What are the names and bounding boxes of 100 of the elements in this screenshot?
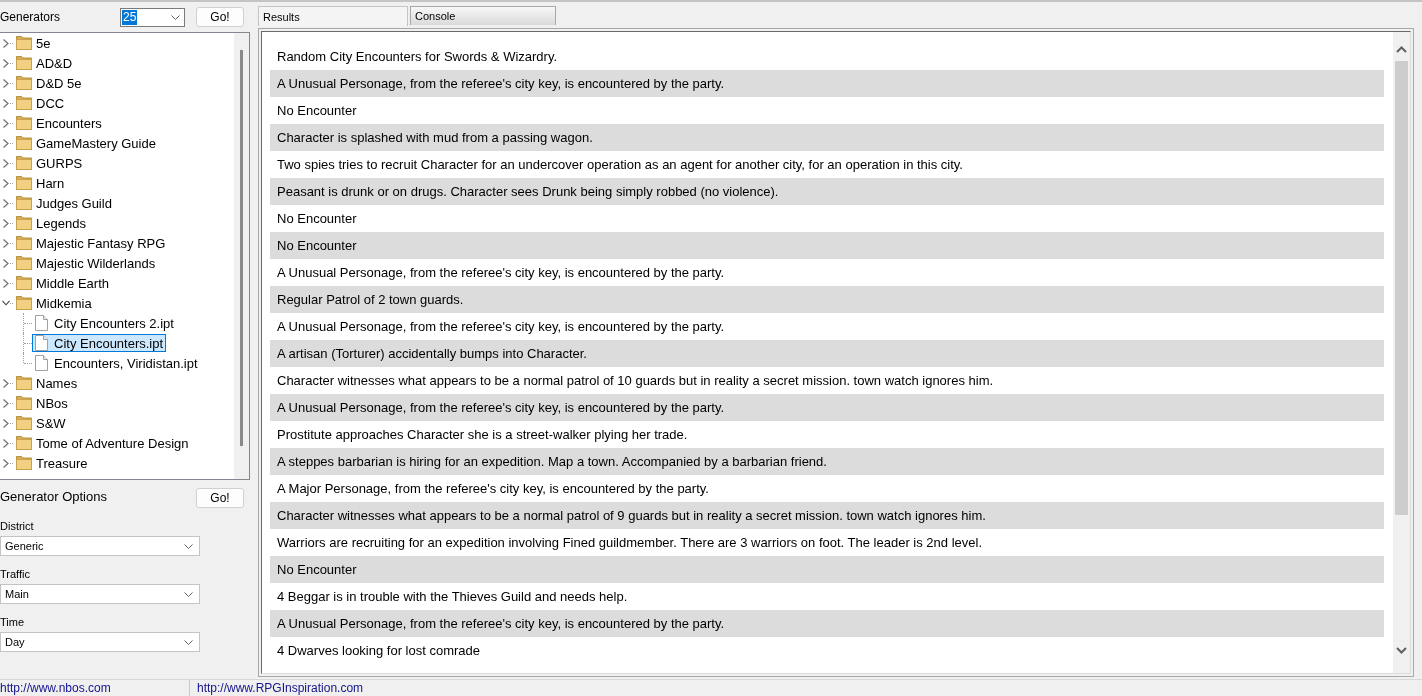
go-button[interactable]: Go! <box>196 7 244 27</box>
result-row-text: 4 Dwarves looking for lost comrade <box>276 642 482 660</box>
folder-icon <box>16 36 32 50</box>
link[interactable]: http://www.nbos.com <box>0 681 111 695</box>
result-row: Peasant is drunk or on drugs. Character sees Drunk being simply robbed (no violence). <box>270 178 1384 205</box>
tree-item[interactable]: Legends <box>13 214 89 232</box>
folder-icon <box>16 436 32 450</box>
tree-item[interactable]: GameMastery Guide <box>13 134 159 152</box>
result-row-text: Warriors are recruiting for an expedition involving Fined guildmember. There are 3 warriors on foot. The leader is 2nd level. <box>276 534 983 552</box>
dropdown[interactable]: Generic <box>0 536 200 556</box>
result-row-text: A Unusual Personage, from the referee's city key, is encountered by the party. <box>276 264 726 282</box>
result-row-text: Character witnesses what appears to be a normal patrol of 10 guards but in reality a secret mission. town watch ignores him. <box>276 372 995 390</box>
tree-item[interactable]: Midkemia <box>13 294 95 312</box>
result-row: A Unusual Personage, from the referee's city key, is encountered by the party. <box>270 70 1384 97</box>
tree-item[interactable]: AD&D <box>13 54 76 72</box>
section-title: Generator Options <box>0 489 107 504</box>
result-row: A Unusual Personage, from the referee's city key, is encountered by the party. <box>270 394 1384 421</box>
folder-icon <box>16 96 32 110</box>
scroll-thumb[interactable] <box>240 50 243 446</box>
folder-icon <box>16 256 32 270</box>
dropdown[interactable]: Main <box>0 584 200 604</box>
result-row: Character is splashed with mud from a passing wagon. <box>270 124 1384 151</box>
chevron-right-icon[interactable] <box>3 278 9 288</box>
chevron-down-icon[interactable] <box>1396 647 1407 654</box>
chevron-right-icon[interactable] <box>3 218 9 228</box>
tree-item[interactable]: Tome of Adventure Design <box>13 434 192 452</box>
tree-item[interactable]: D&D 5e <box>13 74 85 92</box>
folder-icon <box>16 216 32 230</box>
folder-icon <box>16 56 32 70</box>
folder-icon <box>16 276 32 290</box>
tree-item[interactable]: City Encounters.ipt <box>32 334 167 352</box>
folder-icon <box>16 136 32 150</box>
folder-icon <box>16 116 32 130</box>
folder-icon <box>16 76 32 90</box>
chevron-down-icon[interactable] <box>2 300 10 306</box>
folder-icon <box>16 156 32 170</box>
chevron-right-icon[interactable] <box>3 118 9 128</box>
scroll-thumb[interactable] <box>1395 61 1408 515</box>
number-dropdown[interactable]: 25 <box>120 7 185 27</box>
result-row: A Unusual Personage, from the referee's city key, is encountered by the party. <box>270 610 1384 637</box>
scrollbar[interactable] <box>234 33 249 479</box>
result-row-text: Random City Encounters for Swords & Wizardry. <box>276 48 559 66</box>
result-row-text: A Unusual Personage, from the referee's city key, is encountered by the party. <box>276 318 726 336</box>
chevron-right-icon[interactable] <box>3 158 9 168</box>
field-label: Time <box>0 615 25 630</box>
result-row: No Encounter <box>270 232 1384 259</box>
chevron-right-icon[interactable] <box>3 258 9 268</box>
folder-icon <box>16 396 32 410</box>
tab[interactable]: Results <box>258 6 408 26</box>
chevron-right-icon[interactable] <box>3 378 9 388</box>
tree-item[interactable]: Majestic Fantasy RPG <box>13 234 169 252</box>
tree-item[interactable]: Harn <box>13 174 68 192</box>
tree-item[interactable]: City Encounters 2.ipt <box>32 314 177 332</box>
tree-item[interactable]: Names <box>13 374 81 392</box>
chevron-right-icon[interactable] <box>3 238 9 248</box>
chevron-right-icon[interactable] <box>3 78 9 88</box>
result-row: Character witnesses what appears to be a normal patrol of 9 guards but in reality a secret mission. town watch ignores him. <box>270 502 1384 529</box>
chevron-right-icon[interactable] <box>3 38 9 48</box>
tree-item[interactable]: 5e <box>13 34 54 52</box>
chevron-right-icon[interactable] <box>3 98 9 108</box>
folder-icon <box>16 236 32 250</box>
chevron-right-icon[interactable] <box>3 418 9 428</box>
tab[interactable]: Console <box>410 6 556 25</box>
folder-icon <box>16 416 32 430</box>
folder-icon <box>16 456 32 470</box>
link[interactable]: http://www.RPGInspiration.com <box>197 681 364 695</box>
tree-item[interactable]: NBos <box>13 394 71 412</box>
chevron-right-icon[interactable] <box>3 438 9 448</box>
dropdown[interactable]: Day <box>0 632 200 652</box>
chevron-right-icon[interactable] <box>3 58 9 68</box>
chevron-right-icon[interactable] <box>3 138 9 148</box>
tree-item[interactable]: Encounters <box>13 114 105 132</box>
document-icon <box>35 355 48 371</box>
chevron-down-icon[interactable] <box>171 14 180 20</box>
tree-item[interactable]: GURPS <box>13 154 86 172</box>
chevron-down-icon[interactable] <box>184 591 193 597</box>
tree-item[interactable]: Majestic Wilderlands <box>13 254 159 272</box>
scrollbar[interactable] <box>1393 32 1410 673</box>
folder-icon <box>16 196 32 210</box>
go-button[interactable]: Go! <box>196 488 244 508</box>
result-row: Regular Patrol of 2 town guards. <box>270 286 1384 313</box>
chevron-right-icon[interactable] <box>3 198 9 208</box>
chevron-right-icon[interactable] <box>3 178 9 188</box>
chevron-right-icon[interactable] <box>3 458 9 468</box>
result-row: A steppes barbarian is hiring for an expedition. Map a town. Accompanied by a barbarian friend. <box>270 448 1384 475</box>
tree-item[interactable]: Judges Guild <box>13 194 115 212</box>
tree-item[interactable]: DCC <box>13 94 68 112</box>
chevron-right-icon[interactable] <box>3 398 9 408</box>
chevron-up-icon[interactable] <box>1396 46 1407 53</box>
section-label: Generators <box>0 9 61 24</box>
result-row-text: Two spies tries to recruit Character for an undercover operation as an agent for another city, for an operation in this city. <box>276 156 964 174</box>
chevron-down-icon[interactable] <box>184 543 193 549</box>
tree-item[interactable]: Middle Earth <box>13 274 112 292</box>
tree-item[interactable]: Encounters, Viridistan.ipt <box>32 354 201 372</box>
result-row: No Encounter <box>270 556 1384 583</box>
tree-item[interactable]: Treasure <box>13 454 91 472</box>
folder-icon <box>16 296 32 310</box>
folder-icon <box>16 176 32 190</box>
chevron-down-icon[interactable] <box>184 639 193 645</box>
tree-item[interactable]: S&W <box>13 414 69 432</box>
